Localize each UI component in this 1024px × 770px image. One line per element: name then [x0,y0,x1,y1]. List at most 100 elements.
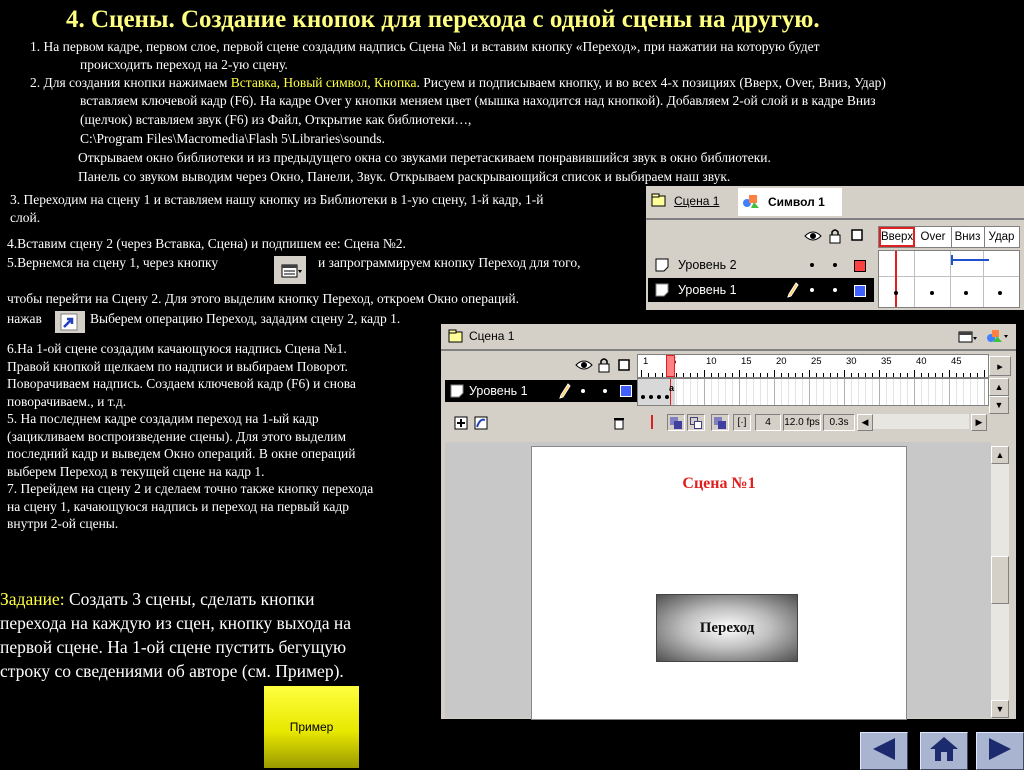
scroll-up-icon[interactable]: ▲ [991,446,1009,464]
scroll-down-icon[interactable]: ▼ [991,700,1009,718]
keyframe-dot[interactable] [930,291,934,295]
layer-color-swatch[interactable] [854,260,866,272]
layer-row-selected[interactable]: Уровень 1 [445,380,637,402]
current-frame-marker[interactable] [666,355,675,377]
frame-cell [690,379,691,405]
stage-canvas[interactable]: Сцена №1 Переход [531,446,907,720]
symbol-frames-area[interactable] [878,250,1020,308]
ruler-tick [956,373,957,377]
ruler-label: 25 [811,356,822,367]
ruler-tick [858,373,859,377]
ruler-tick [746,373,747,377]
lock-dot[interactable] [833,288,837,292]
keyframe-dot[interactable] [894,291,898,295]
outline-icon[interactable] [850,228,864,242]
layer-name: Уровень 2 [678,258,737,272]
add-guide-layer-icon[interactable] [473,415,489,431]
ruler-tick [844,370,845,377]
layer-row-selected[interactable]: Уровень 1 [648,278,874,302]
lock-dot[interactable] [603,389,607,393]
transition-button[interactable]: Переход [656,594,798,662]
frame-label-over[interactable]: Over [915,227,952,247]
step3-line2: слой. [10,210,41,225]
frame-cell [711,379,712,405]
scene-tab-icon [650,192,668,208]
frame-cell [732,379,733,405]
ruler-tick [942,373,943,377]
frame-view-menu-icon[interactable]: ▸ [989,356,1011,376]
scroll-right-icon[interactable]: ▶ [971,414,987,431]
ruler-tick [963,373,964,377]
frame-label-hit[interactable]: Удар [984,227,1019,247]
ruler-tick [935,373,936,377]
ruler-tick [767,373,768,377]
frame-label-up[interactable]: Вверх [879,227,915,247]
prev-slide-button[interactable] [860,732,908,770]
edit-scene-icon[interactable] [955,326,979,346]
next-slide-button[interactable] [976,732,1024,770]
intro-p2-line1: 2. Для создания кнопки нажимаем Вставка,… [30,74,886,92]
keyframe-dot[interactable] [665,395,669,399]
ruler-tick [718,373,719,377]
playhead[interactable] [895,251,897,307]
elapsed-time: 0.3s [823,414,855,431]
scroll-left-icon[interactable]: ◀ [857,414,873,431]
left-step-line: Поворачиваем надпись. Создаем ключевой к… [7,376,356,391]
page-title: 4. Сцены. Создание кнопок для перехода с… [66,6,820,33]
add-layer-icon[interactable] [453,415,469,431]
intro-p2-post: . Рисуем и подписываем кнопку, и во всех… [416,75,886,90]
eye-icon[interactable] [804,228,822,244]
lock-icon[interactable] [828,227,842,245]
current-frame: 4 [755,414,781,431]
frame-cell [921,379,922,405]
visibility-dot[interactable] [810,263,814,267]
home-slide-button[interactable] [920,732,968,770]
row-divider [879,276,1019,277]
frame-cell [816,379,817,405]
stage-vscroll[interactable]: ▲ ▼ [991,446,1009,718]
frame-cell [781,379,782,405]
task-line4: строку со сведениями об авторе (см. Прим… [0,661,344,681]
ruler-label: 35 [881,356,892,367]
keyframe-dot[interactable] [964,291,968,295]
keyframe-dot[interactable] [641,395,645,399]
trash-icon[interactable] [611,415,627,431]
ruler-tick [655,373,656,377]
frame-cell [753,379,754,405]
left-step-line: 7. Перейдем на сцену 2 и сделаем точно т… [7,481,374,496]
frame-cell [802,379,803,405]
onion-outline-icon[interactable] [687,414,705,431]
layer-color-swatch[interactable] [854,285,866,297]
onion-skin-icon[interactable] [667,414,685,431]
frame-ruler[interactable]: 151015202530354045 [637,354,989,378]
lock-dot[interactable] [833,263,837,267]
flash-timeline-window: Сцена 1 151015202530354045 ▸ Уровень 1 [441,324,1016,720]
keyframe-dot[interactable] [998,291,1002,295]
timeline-frames[interactable]: a [637,378,989,406]
eye-icon[interactable] [575,358,593,372]
tab-symbol[interactable]: Символ 1 [762,191,831,213]
modify-markers-icon[interactable]: [·] [733,414,751,431]
ruler-label: 40 [916,356,927,367]
outline-icon[interactable] [617,358,631,372]
prev-icon [869,736,899,767]
timeline-vscroll[interactable]: ▲ ▼ [989,378,1009,414]
tab-scene[interactable]: Сцена 1 [668,190,725,212]
frame-label-down[interactable]: Вниз [951,227,985,247]
keyframe-dot[interactable] [649,395,653,399]
edit-multiple-frames-icon[interactable] [711,414,729,431]
edit-symbol-icon[interactable] [983,326,1011,346]
scroll-up-icon[interactable]: ▲ [989,378,1009,396]
visibility-dot[interactable] [810,288,814,292]
layer-row[interactable]: Уровень 2 [648,253,874,277]
example-button[interactable]: Пример [264,686,359,768]
timeline-hscroll-track[interactable] [873,414,969,429]
center-frame-icon[interactable] [645,414,659,430]
keyframe-dot[interactable] [657,395,661,399]
layer-color-swatch[interactable] [620,385,632,397]
lock-icon[interactable] [597,356,611,374]
scroll-thumb[interactable] [991,556,1009,604]
scroll-down-icon[interactable]: ▼ [989,396,1009,414]
visibility-dot[interactable] [581,389,585,393]
sound-wave [951,259,989,261]
